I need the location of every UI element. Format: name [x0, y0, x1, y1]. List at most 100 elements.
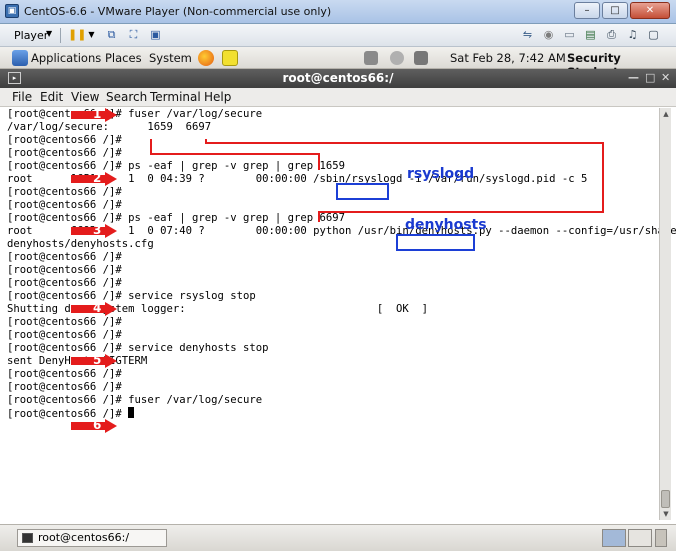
- connector-line: [602, 142, 604, 213]
- step-number: 3: [93, 223, 102, 237]
- step-number: 6: [93, 418, 102, 432]
- connector-line: [150, 139, 152, 154]
- player-menu[interactable]: Player: [14, 29, 48, 42]
- unity-icon[interactable]: ▣: [148, 28, 163, 42]
- network-status-icon[interactable]: [364, 51, 378, 65]
- floppy-icon[interactable]: ▭: [562, 28, 577, 42]
- fullscreen-icon[interactable]: ⛶: [126, 28, 141, 42]
- vmware-window-title: CentOS-6.6 - VMware Player (Non-commerci…: [24, 5, 332, 18]
- menu-help[interactable]: Help: [204, 90, 231, 104]
- workspace-2[interactable]: [628, 529, 652, 547]
- chevron-down-icon[interactable]: ▼: [84, 28, 99, 42]
- scroll-up-icon[interactable]: ▲: [660, 108, 672, 120]
- terminal-maximize-icon[interactable]: □: [645, 71, 655, 84]
- step-arrow-5: 5: [71, 353, 117, 368]
- menu-search[interactable]: Search: [106, 90, 147, 104]
- terminal-line: [root@centos66 /]# ps -eaf | grep -v gre…: [7, 212, 346, 224]
- terminal-line: [root@centos66 /]#: [7, 134, 122, 146]
- step-arrow-2: 2: [71, 171, 117, 186]
- step-arrow-6: 6: [71, 418, 117, 433]
- terminal-scrollbar[interactable]: ▲ ▼: [659, 108, 671, 520]
- connector-line: [318, 211, 320, 222]
- terminal-line: [root@centos66 /]#: [7, 316, 122, 328]
- pause-icon[interactable]: ❚❚: [68, 28, 86, 42]
- rsyslogd-label: rsyslogd: [407, 166, 475, 182]
- gnome-top-panel: Applications Places System Sat Feb 28, 7…: [0, 47, 676, 79]
- connector-line: [318, 153, 320, 170]
- menu-view[interactable]: View: [71, 90, 99, 104]
- terminal-line: [root@centos66 /]#: [7, 186, 122, 198]
- step-number: 1: [93, 107, 102, 121]
- terminal-line: [root@centos66 /]#: [7, 199, 122, 211]
- terminal-close-icon[interactable]: ✕: [661, 71, 670, 84]
- gnome-bottom-panel: root@centos66:/: [0, 524, 676, 551]
- terminal-line: [root@centos66 /]# ps -eaf | grep -v gre…: [7, 160, 346, 172]
- terminal-line: [root@centos66 /]#: [7, 381, 122, 393]
- terminal-line: denyhosts/denyhosts.cfg: [7, 238, 154, 250]
- applications-menu[interactable]: Applications: [31, 51, 101, 65]
- rsyslogd-highlight-box: [336, 183, 389, 200]
- menu-edit[interactable]: Edit: [40, 90, 63, 104]
- terminal-line: [root@centos66 /]#: [7, 368, 122, 380]
- terminal-line: [root@centos66 /]# service rsyslog stop: [7, 290, 256, 302]
- menu-terminal[interactable]: Terminal: [150, 90, 201, 104]
- volume-icon[interactable]: [414, 51, 428, 65]
- network-icon[interactable]: ▤: [583, 28, 598, 42]
- applications-icon: [12, 50, 28, 66]
- system-menu[interactable]: System: [149, 51, 192, 65]
- step-arrow-4: 4: [71, 301, 117, 316]
- minimize-button[interactable]: –: [574, 2, 600, 19]
- connector-line: [318, 211, 604, 213]
- step-number: 4: [93, 301, 102, 315]
- workspace-1[interactable]: [602, 529, 626, 547]
- chevron-down-icon[interactable]: ▼: [46, 29, 52, 38]
- step-number: 2: [93, 171, 102, 185]
- scroll-down-icon[interactable]: ▼: [660, 508, 672, 520]
- terminal-line: [root@centos66 /]#: [7, 329, 122, 341]
- terminal-line: [root@centos66 /]#: [7, 251, 122, 263]
- toolbar-separator: [60, 28, 61, 43]
- terminal-line: [root@centos66 /]# service denyhosts sto…: [7, 342, 269, 354]
- cd-icon[interactable]: ◉: [541, 28, 556, 42]
- close-button[interactable]: ✕: [630, 2, 670, 19]
- terminal-line: [root@centos66 /]#: [7, 147, 122, 159]
- window-controls: – □ ✕: [574, 2, 670, 19]
- maximize-button[interactable]: □: [602, 2, 628, 19]
- firefox-icon[interactable]: [198, 50, 214, 66]
- taskbar-terminal-button[interactable]: root@centos66:/: [17, 529, 167, 547]
- terminal-line: [root@centos66 /]# fuser /var/log/secure: [7, 394, 263, 406]
- step-arrow-1: 1: [71, 107, 117, 122]
- vmware-toolbar: Player ▼ ❚❚ ▼ ⧉ ⛶ ▣ ⇋ ◉ ▭ ▤ ⎙ ♫ ▢: [0, 24, 676, 47]
- menu-file[interactable]: File: [12, 90, 32, 104]
- trash-icon[interactable]: [655, 529, 667, 547]
- terminal-icon: [22, 533, 33, 543]
- send-ctrl-alt-del-icon[interactable]: ⧉: [104, 28, 119, 42]
- text-editor-icon[interactable]: [222, 50, 238, 66]
- vmware-logo-icon: ▣: [5, 4, 19, 18]
- terminal-title-bar: ▸ root@centos66:/ — □ ✕: [0, 69, 676, 88]
- clock[interactable]: Sat Feb 28, 7:42 AM: [450, 51, 566, 65]
- usb-icon[interactable]: ⇋: [520, 28, 535, 42]
- message-icon[interactable]: ▢: [646, 28, 661, 42]
- text-cursor: [128, 407, 135, 418]
- connector-line: [205, 142, 604, 144]
- sound-icon[interactable]: ♫: [625, 28, 640, 42]
- terminal-line: [root@centos66 /]#: [7, 277, 122, 289]
- vmware-title-bar: ▣ CentOS-6.6 - VMware Player (Non-commer…: [0, 0, 676, 24]
- terminal-minimize-icon[interactable]: —: [628, 71, 639, 84]
- terminal-line: [root@centos66 /]#: [7, 264, 122, 276]
- printer-icon[interactable]: ⎙: [604, 28, 619, 42]
- taskbar-terminal-label: root@centos66:/: [38, 531, 130, 544]
- terminal-title: root@centos66:/: [282, 71, 394, 85]
- places-menu[interactable]: Places: [105, 51, 142, 65]
- scroll-thumb[interactable]: [661, 490, 670, 508]
- notification-icon[interactable]: [390, 51, 404, 65]
- step-arrow-3: 3: [71, 223, 117, 238]
- denyhosts-highlight-box: [396, 234, 475, 251]
- step-number: 5: [93, 353, 102, 367]
- terminal-line: /var/log/secure: 1659 6697: [7, 121, 212, 133]
- terminal-menu-bar: File Edit View Search Terminal Help: [0, 88, 676, 107]
- denyhosts-label: denyhosts: [405, 217, 487, 233]
- connector-line: [150, 153, 320, 155]
- terminal-line: [root@centos66 /]# fuser /var/log/secure: [7, 108, 263, 120]
